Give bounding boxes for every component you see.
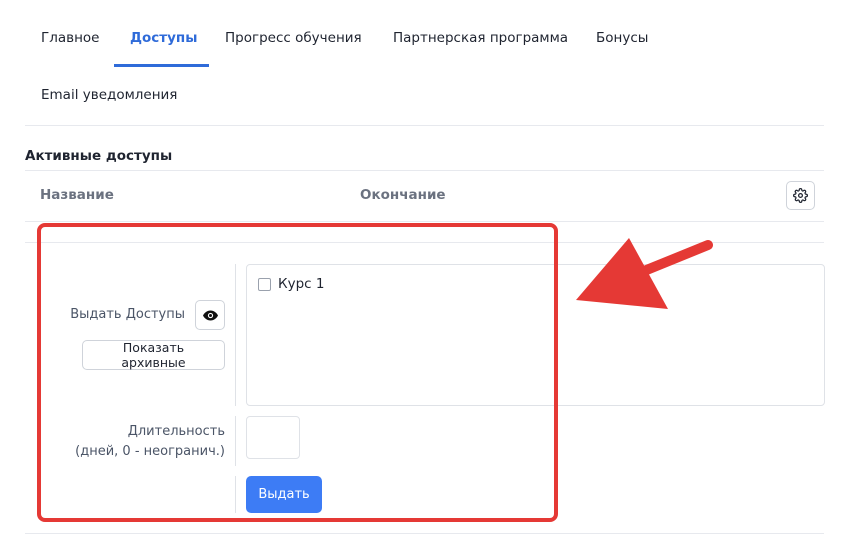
page: Главное Доступы Прогресс обучения Партне… <box>0 0 865 545</box>
tab-access[interactable]: Доступы <box>130 30 197 46</box>
form-separator-bottom <box>235 476 236 513</box>
eye-icon <box>202 310 218 320</box>
column-header-end: Окончание <box>360 187 446 203</box>
tab-partner-program[interactable]: Партнерская программа <box>393 30 568 46</box>
toggle-visibility-button[interactable] <box>195 300 225 330</box>
form-separator-top <box>235 264 236 406</box>
form-bottom-divider <box>25 533 824 534</box>
course-checkbox[interactable] <box>258 277 271 291</box>
active-tab-indicator <box>114 64 209 67</box>
duration-label: Длительность <box>127 424 225 439</box>
show-archived-button[interactable]: Показать архивные <box>82 340 225 370</box>
table-header-divider <box>25 221 824 222</box>
column-header-name: Название <box>40 187 114 203</box>
duration-hint: (дней, 0 - неогранич.) <box>75 444 225 459</box>
tab-learning-progress[interactable]: Прогресс обучения <box>225 30 362 46</box>
table-bottom-divider <box>25 242 824 243</box>
tab-bonuses[interactable]: Бонусы <box>596 30 648 46</box>
tab-main[interactable]: Главное <box>41 30 99 46</box>
course-select-box[interactable] <box>246 264 825 406</box>
form-separator-middle <box>235 416 236 466</box>
table-top-divider <box>25 170 824 171</box>
gear-icon <box>793 188 808 203</box>
tabs-divider <box>25 125 824 126</box>
grant-access-label: Выдать Доступы <box>70 307 185 322</box>
section-title-active-access: Активные доступы <box>25 148 173 164</box>
duration-input[interactable] <box>246 416 300 459</box>
table-settings-button[interactable] <box>786 181 815 210</box>
course-option-label: Курс 1 <box>278 276 325 292</box>
course-option[interactable]: Курс 1 <box>258 276 324 292</box>
grant-submit-button[interactable]: Выдать <box>246 476 322 513</box>
tab-email-notifications[interactable]: Email уведомления <box>41 87 177 103</box>
